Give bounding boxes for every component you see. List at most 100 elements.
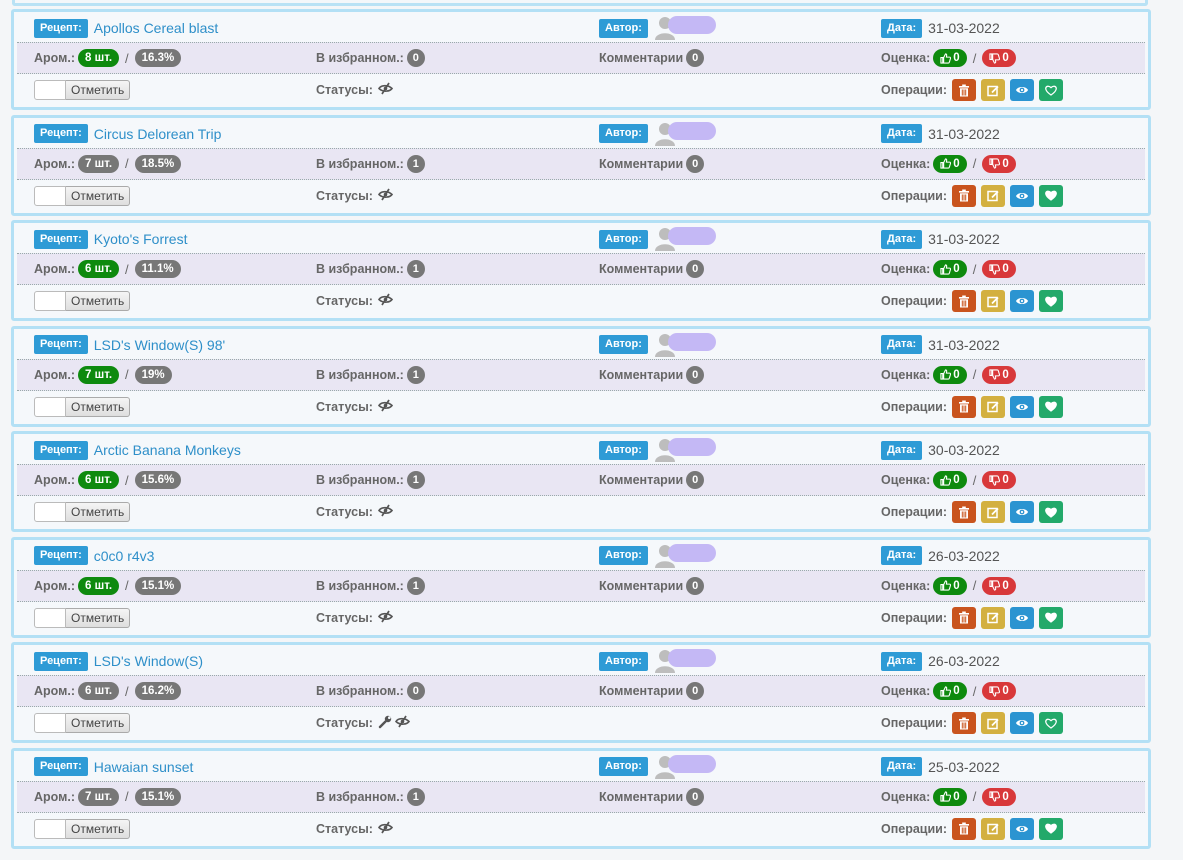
view-button[interactable] bbox=[1010, 79, 1035, 101]
dislike-button[interactable]: 0 bbox=[982, 49, 1016, 67]
mark-toggle-label[interactable]: Отметить bbox=[66, 396, 131, 417]
view-button[interactable] bbox=[1010, 290, 1035, 312]
mark-toggle[interactable]: Отметить bbox=[34, 291, 131, 311]
author-tag: Автор: bbox=[599, 757, 648, 776]
like-button[interactable]: 0 bbox=[933, 365, 967, 384]
mark-toggle-switch[interactable] bbox=[34, 396, 66, 417]
recipe-title-link[interactable]: c0c0 r4v3 bbox=[94, 548, 155, 564]
mark-toggle-label[interactable]: Отметить bbox=[66, 185, 131, 206]
author-avatar[interactable] bbox=[654, 543, 718, 568]
like-button[interactable]: 0 bbox=[933, 471, 967, 489]
delete-button[interactable] bbox=[952, 79, 977, 101]
edit-button[interactable] bbox=[981, 184, 1006, 207]
mark-toggle-switch[interactable] bbox=[34, 607, 66, 628]
dislike-button[interactable]: 0 bbox=[982, 576, 1016, 595]
mark-toggle-switch[interactable] bbox=[34, 713, 66, 733]
mark-toggle-switch[interactable] bbox=[34, 185, 66, 206]
view-button[interactable] bbox=[1010, 395, 1035, 418]
date-tag: Дата: bbox=[881, 229, 923, 249]
mark-toggle[interactable]: Отметить bbox=[34, 185, 131, 206]
recipe-title-link[interactable]: Apollos Cereal blast bbox=[94, 20, 219, 36]
arom-count-badge: 8 шт. bbox=[78, 49, 120, 67]
dislike-button[interactable]: 0 bbox=[982, 787, 1016, 806]
favorite-button[interactable] bbox=[1039, 712, 1064, 734]
author-avatar[interactable] bbox=[654, 16, 718, 40]
delete-button[interactable] bbox=[952, 184, 977, 207]
mark-toggle[interactable]: Отметить bbox=[34, 607, 131, 628]
recipe-title-link[interactable]: Kyoto's Forrest bbox=[94, 231, 188, 247]
mark-toggle[interactable]: Отметить bbox=[34, 818, 131, 839]
mark-toggle-label[interactable]: Отметить bbox=[66, 607, 131, 628]
edit-button[interactable] bbox=[981, 817, 1006, 840]
author-tag: Автор: bbox=[599, 651, 648, 671]
dislike-button[interactable]: 0 bbox=[982, 260, 1016, 278]
mark-toggle-switch[interactable] bbox=[34, 291, 66, 311]
favorite-button[interactable] bbox=[1039, 184, 1064, 207]
mark-toggle-label[interactable]: Отметить bbox=[66, 713, 131, 733]
mark-toggle[interactable]: Отметить bbox=[34, 502, 131, 522]
favorite-button[interactable] bbox=[1039, 606, 1064, 629]
recipe-title-link[interactable]: Circus Delorean Trip bbox=[94, 126, 222, 142]
author-avatar[interactable] bbox=[654, 227, 718, 251]
recipe-title-link[interactable]: Hawaian sunset bbox=[94, 759, 194, 775]
edit-button[interactable] bbox=[981, 79, 1006, 101]
view-button[interactable] bbox=[1010, 817, 1035, 840]
view-button[interactable] bbox=[1010, 712, 1035, 734]
edit-button[interactable] bbox=[981, 501, 1006, 523]
like-button[interactable]: 0 bbox=[933, 576, 967, 595]
eye-icon bbox=[1016, 403, 1029, 410]
view-button[interactable] bbox=[1010, 501, 1035, 523]
delete-button[interactable] bbox=[952, 501, 977, 523]
redacted-author-name bbox=[667, 227, 716, 245]
mark-toggle[interactable]: Отметить bbox=[34, 713, 131, 733]
recipe-title-link[interactable]: LSD's Window(S) bbox=[94, 653, 203, 669]
delete-button[interactable] bbox=[952, 712, 977, 734]
recipe-tag: Рецепт: bbox=[34, 651, 88, 671]
favorite-button[interactable] bbox=[1039, 395, 1064, 418]
mark-toggle-switch[interactable] bbox=[34, 818, 66, 839]
mark-toggle-label[interactable]: Отметить bbox=[66, 80, 131, 100]
like-button[interactable]: 0 bbox=[933, 49, 967, 67]
author-avatar[interactable] bbox=[654, 332, 718, 357]
mark-toggle-switch[interactable] bbox=[34, 80, 66, 100]
favorite-button[interactable] bbox=[1039, 501, 1064, 523]
like-button[interactable]: 0 bbox=[933, 154, 967, 173]
thumbs-up-icon bbox=[940, 369, 952, 380]
delete-button[interactable] bbox=[952, 290, 977, 312]
like-button[interactable]: 0 bbox=[933, 260, 967, 278]
dislike-button[interactable]: 0 bbox=[982, 682, 1016, 700]
author-avatar[interactable] bbox=[654, 649, 718, 673]
mark-toggle[interactable]: Отметить bbox=[34, 80, 131, 100]
author-avatar[interactable] bbox=[654, 754, 718, 779]
edit-icon bbox=[986, 85, 999, 96]
mark-toggle-label[interactable]: Отметить bbox=[66, 502, 131, 522]
redacted-author-name bbox=[667, 16, 716, 34]
view-button[interactable] bbox=[1010, 606, 1035, 629]
like-button[interactable]: 0 bbox=[933, 682, 967, 700]
favorite-button[interactable] bbox=[1039, 290, 1064, 312]
recipe-card: Рецепт: Arctic Banana Monkeys Автор: Дат… bbox=[11, 431, 1151, 532]
delete-button[interactable] bbox=[952, 817, 977, 840]
delete-button[interactable] bbox=[952, 606, 977, 629]
favorite-button[interactable] bbox=[1039, 79, 1064, 101]
like-button[interactable]: 0 bbox=[933, 787, 967, 806]
mark-toggle-label[interactable]: Отметить bbox=[66, 818, 131, 839]
edit-button[interactable] bbox=[981, 290, 1006, 312]
author-avatar[interactable] bbox=[654, 438, 718, 462]
recipe-title-link[interactable]: LSD's Window(S) 98' bbox=[94, 337, 225, 353]
author-avatar[interactable] bbox=[654, 121, 718, 146]
dislike-button[interactable]: 0 bbox=[982, 365, 1016, 384]
favorite-button[interactable] bbox=[1039, 817, 1064, 840]
edit-button[interactable] bbox=[981, 712, 1006, 734]
delete-button[interactable] bbox=[952, 395, 977, 418]
recipe-title-link[interactable]: Arctic Banana Monkeys bbox=[94, 442, 241, 458]
mark-toggle[interactable]: Отметить bbox=[34, 396, 131, 417]
edit-button[interactable] bbox=[981, 606, 1006, 629]
dislike-button[interactable]: 0 bbox=[982, 471, 1016, 489]
favorites-count: 0 bbox=[406, 682, 425, 700]
mark-toggle-switch[interactable] bbox=[34, 502, 66, 522]
edit-button[interactable] bbox=[981, 395, 1006, 418]
view-button[interactable] bbox=[1010, 184, 1035, 207]
mark-toggle-label[interactable]: Отметить bbox=[66, 291, 131, 311]
dislike-button[interactable]: 0 bbox=[982, 154, 1016, 173]
